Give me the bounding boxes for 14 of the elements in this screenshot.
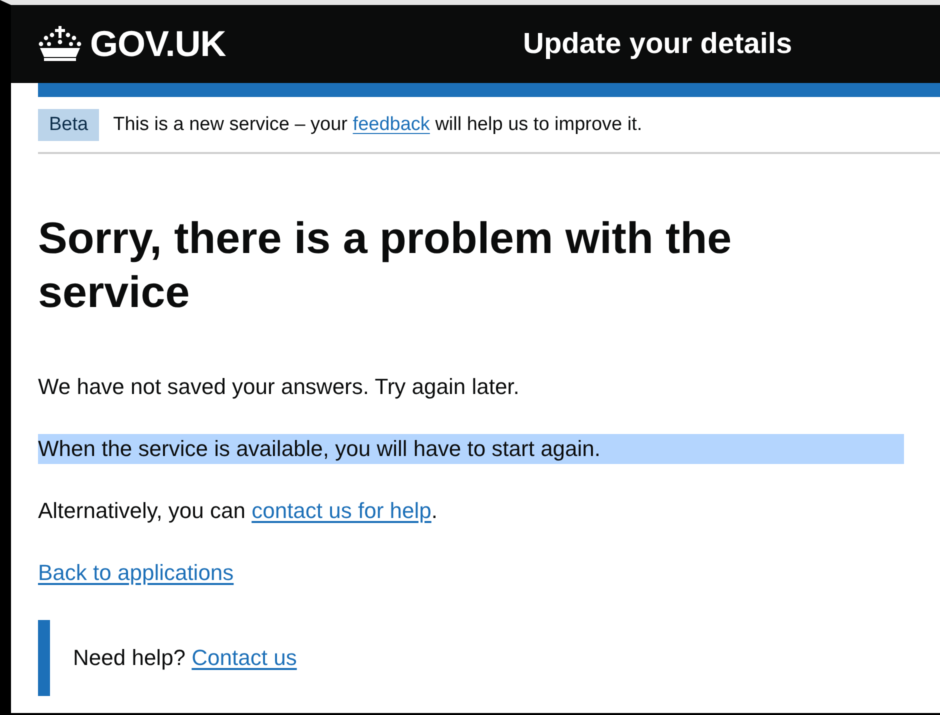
contact-us-link[interactable]: Contact us bbox=[192, 645, 297, 670]
page-heading: Sorry, there is a problem with the service bbox=[38, 213, 733, 319]
phase-tag: Beta bbox=[38, 109, 100, 141]
contact-link[interactable]: contact us for help bbox=[252, 498, 432, 523]
service-name[interactable]: Update your details bbox=[523, 28, 792, 60]
help-text: Need help? Contact us bbox=[73, 645, 297, 671]
back-link[interactable]: Back to applications bbox=[38, 560, 234, 585]
feedback-link[interactable]: feedback bbox=[352, 114, 430, 135]
phase-banner-text: This is a new service – your feedback will help us to improve it. bbox=[113, 114, 642, 136]
body-text: We have not saved your answers. Try again later. bbox=[38, 373, 520, 401]
body-text: Alternatively, you can contact us for help. bbox=[38, 497, 438, 525]
govuk-logo[interactable]: GOV.UK bbox=[90, 23, 226, 65]
body-text: When the service is available, you will have to start again. bbox=[38, 434, 904, 464]
crown-icon bbox=[38, 26, 82, 62]
